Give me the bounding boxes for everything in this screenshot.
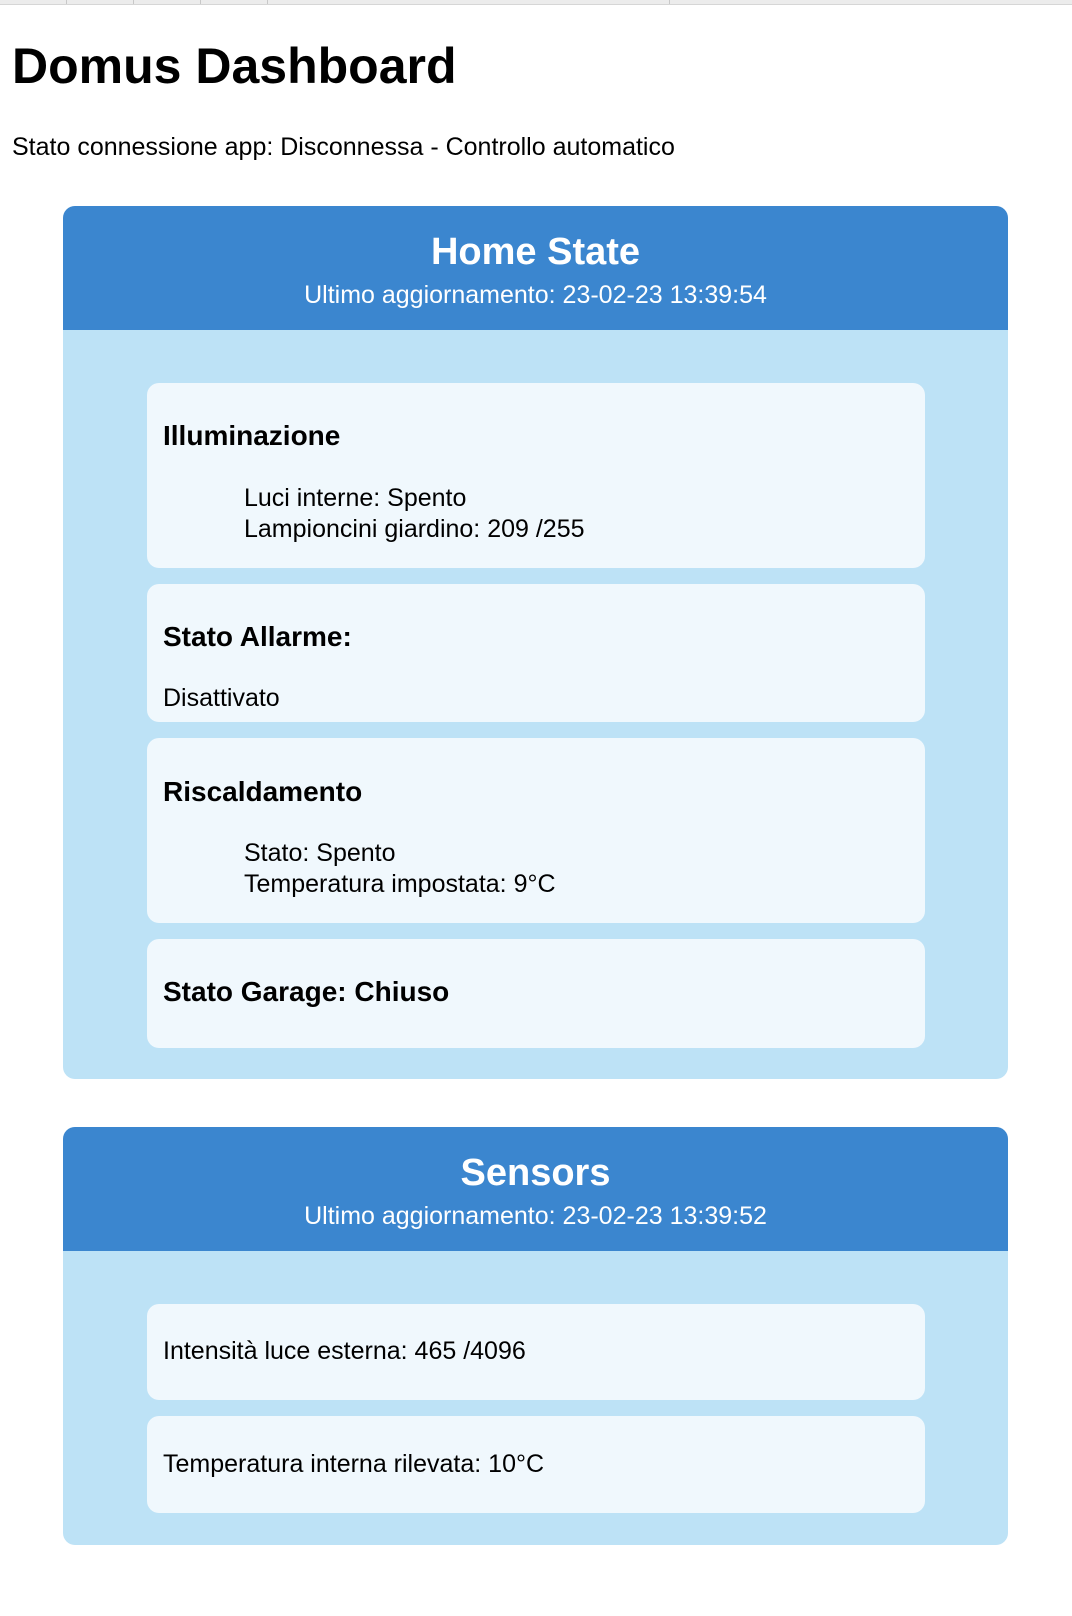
heating-details: Stato: Spento Temperatura impostata: 9°C (244, 838, 556, 900)
heating-state: Stato: Spento (244, 839, 396, 867)
sensors-panel: Sensors Ultimo aggiornamento: 23-02-23 1… (63, 1127, 1008, 1545)
connection-status: Stato connessione app: Disconnessa - Con… (12, 133, 675, 161)
browser-tab-strip (0, 0, 1072, 5)
heating-set-temperature: Temperatura impostata: 9°C (244, 870, 556, 898)
garage-status: Stato Garage: Chiuso (163, 976, 450, 1007)
home-state-header: Home State Ultimo aggiornamento: 23-02-2… (63, 206, 1008, 330)
sensors-title: Sensors (460, 1152, 611, 1194)
home-state-title: Home State (430, 231, 641, 273)
alarm-title: Stato Allarme: (163, 621, 352, 652)
lighting-details: Luci interne: Spento Lampioncini giardin… (244, 483, 585, 545)
tab-divider (66, 0, 67, 4)
tab-divider (267, 0, 268, 4)
home-state-last-update: Ultimo aggiornamento: 23-02-23 13:39:54 (304, 281, 767, 309)
heating-card: Riscaldamento Stato: Spento Temperatura … (147, 738, 925, 923)
indoor-temperature-card: Temperatura interna rilevata: 10°C (147, 1416, 925, 1513)
indoor-lights-status: Luci interne: Spento (244, 484, 467, 512)
tab-divider (133, 0, 134, 4)
alarm-status: Disattivato (163, 684, 280, 712)
lighting-card: Illuminazione Luci interne: Spento Lampi… (147, 383, 925, 568)
outdoor-light-intensity: Intensità luce esterna: 465 /4096 (163, 1337, 526, 1365)
outdoor-light-card: Intensità luce esterna: 465 /4096 (147, 1304, 925, 1400)
tab-divider (200, 0, 201, 4)
heating-title: Riscaldamento (163, 776, 363, 807)
lighting-title: Illuminazione (163, 420, 341, 451)
page-title: Domus Dashboard (12, 38, 457, 94)
home-state-panel: Home State Ultimo aggiornamento: 23-02-2… (63, 206, 1008, 1079)
indoor-temperature-reading: Temperatura interna rilevata: 10°C (163, 1450, 545, 1478)
alarm-card: Stato Allarme: Disattivato (147, 584, 925, 722)
sensors-header: Sensors Ultimo aggiornamento: 23-02-23 1… (63, 1127, 1008, 1251)
sensors-last-update: Ultimo aggiornamento: 23-02-23 13:39:52 (304, 1202, 767, 1230)
tab-divider (669, 0, 670, 4)
garden-lamps-level: Lampioncini giardino: 209 /255 (244, 515, 585, 543)
garage-card: Stato Garage: Chiuso (147, 939, 925, 1048)
